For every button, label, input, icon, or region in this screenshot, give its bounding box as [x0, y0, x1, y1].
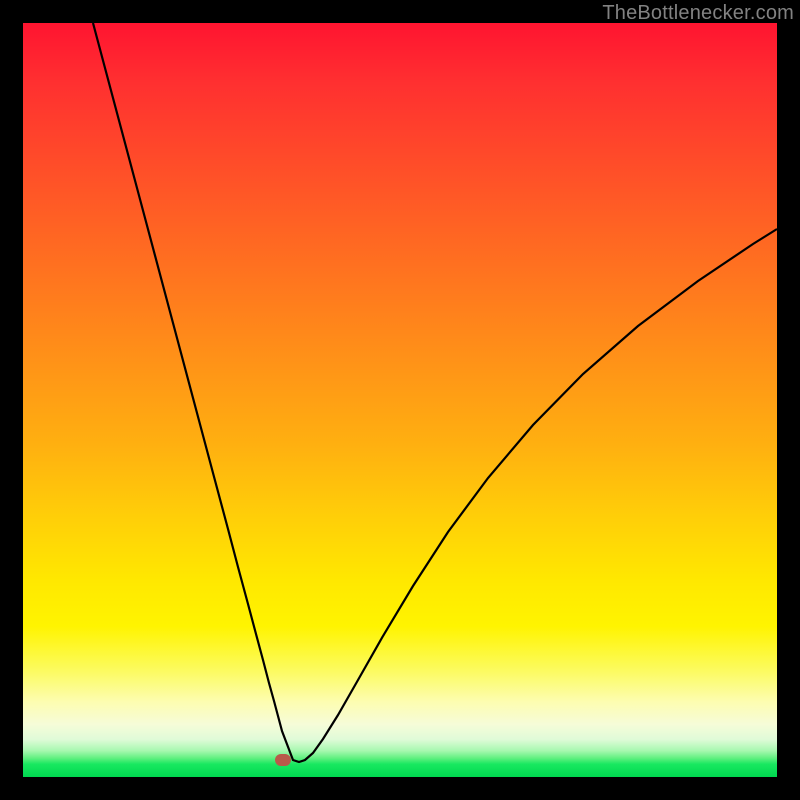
optimum-marker [275, 754, 291, 766]
bottleneck-curve [23, 23, 777, 777]
chart-area [23, 23, 777, 777]
watermark-text: TheBottlenecker.com [602, 2, 794, 25]
